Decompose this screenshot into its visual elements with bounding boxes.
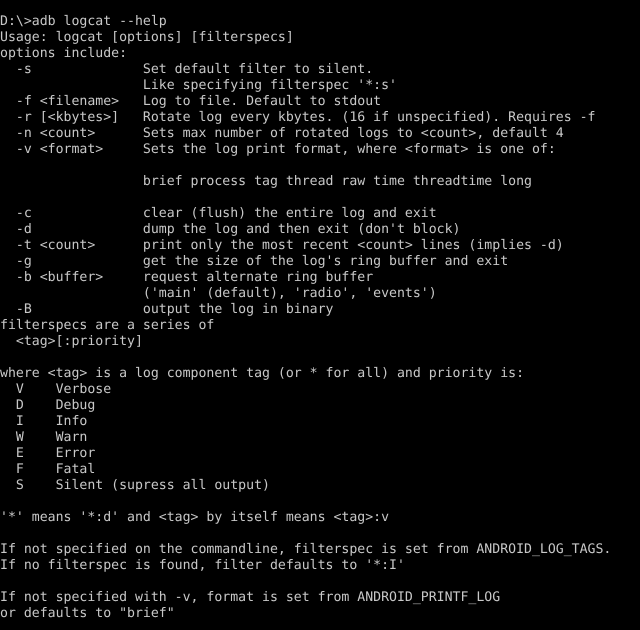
terminal-line: -s Set default filter to silent. bbox=[0, 62, 374, 78]
terminal-line: S Silent (supress all output) bbox=[0, 478, 270, 494]
terminal-output-text: D:\>adb logcat --help Usage: logcat [opti… bbox=[0, 14, 640, 622]
terminal-line: If no filterspec is found, filter defaul… bbox=[0, 558, 405, 574]
terminal-line: where <tag> is a log component tag (or *… bbox=[0, 366, 525, 382]
terminal-line: or defaults to "brief" bbox=[0, 606, 175, 622]
terminal-line: D Debug bbox=[0, 398, 96, 414]
terminal-line: -f <filename> Log to file. Default to st… bbox=[0, 94, 382, 110]
terminal-line: W Warn bbox=[0, 430, 88, 446]
terminal-line: filterspecs are a series of bbox=[0, 318, 215, 334]
terminal-line: Like specifying filterspec '*:s' bbox=[0, 78, 397, 94]
terminal-line: -B output the log in binary bbox=[0, 302, 334, 318]
terminal-line: V Verbose bbox=[0, 382, 112, 398]
terminal-line: -b <buffer> request alternate ring buffe… bbox=[0, 270, 374, 286]
terminal-line: -g get the size of the log's ring buffer… bbox=[0, 254, 509, 270]
terminal-line: If not specified with -v, format is set … bbox=[0, 590, 501, 606]
terminal-line: '*' means '*:d' and <tag> by itself mean… bbox=[0, 510, 390, 526]
terminal-line: options include: bbox=[0, 46, 128, 62]
terminal-line: E Error bbox=[0, 446, 96, 462]
terminal-line: -r [<kbytes>] Rotate log every kbytes. (… bbox=[0, 110, 596, 126]
terminal-window[interactable]: D:\>adb logcat --help Usage: logcat [opti… bbox=[0, 0, 640, 630]
terminal-line: If not specified on the commandline, fil… bbox=[0, 542, 612, 558]
terminal-line: I Info bbox=[0, 414, 88, 430]
terminal-line: Usage: logcat [options] [filterspecs] bbox=[0, 30, 294, 46]
terminal-line: ('main' (default), 'radio', 'events') bbox=[0, 286, 437, 302]
terminal-line: -n <count> Sets max number of rotated lo… bbox=[0, 126, 564, 142]
terminal-line: <tag>[:priority] bbox=[0, 334, 143, 350]
terminal-line: F Fatal bbox=[0, 462, 96, 478]
terminal-line: -t <count> print only the most recent <c… bbox=[0, 238, 564, 254]
terminal-line: -v <format> Sets the log print format, w… bbox=[0, 142, 556, 158]
terminal-line: D:\>adb logcat --help bbox=[0, 14, 167, 30]
terminal-line: -d dump the log and then exit (don't blo… bbox=[0, 222, 461, 238]
terminal-line: brief process tag thread raw time thread… bbox=[0, 174, 532, 190]
terminal-line: -c clear (flush) the entire log and exit bbox=[0, 206, 437, 222]
